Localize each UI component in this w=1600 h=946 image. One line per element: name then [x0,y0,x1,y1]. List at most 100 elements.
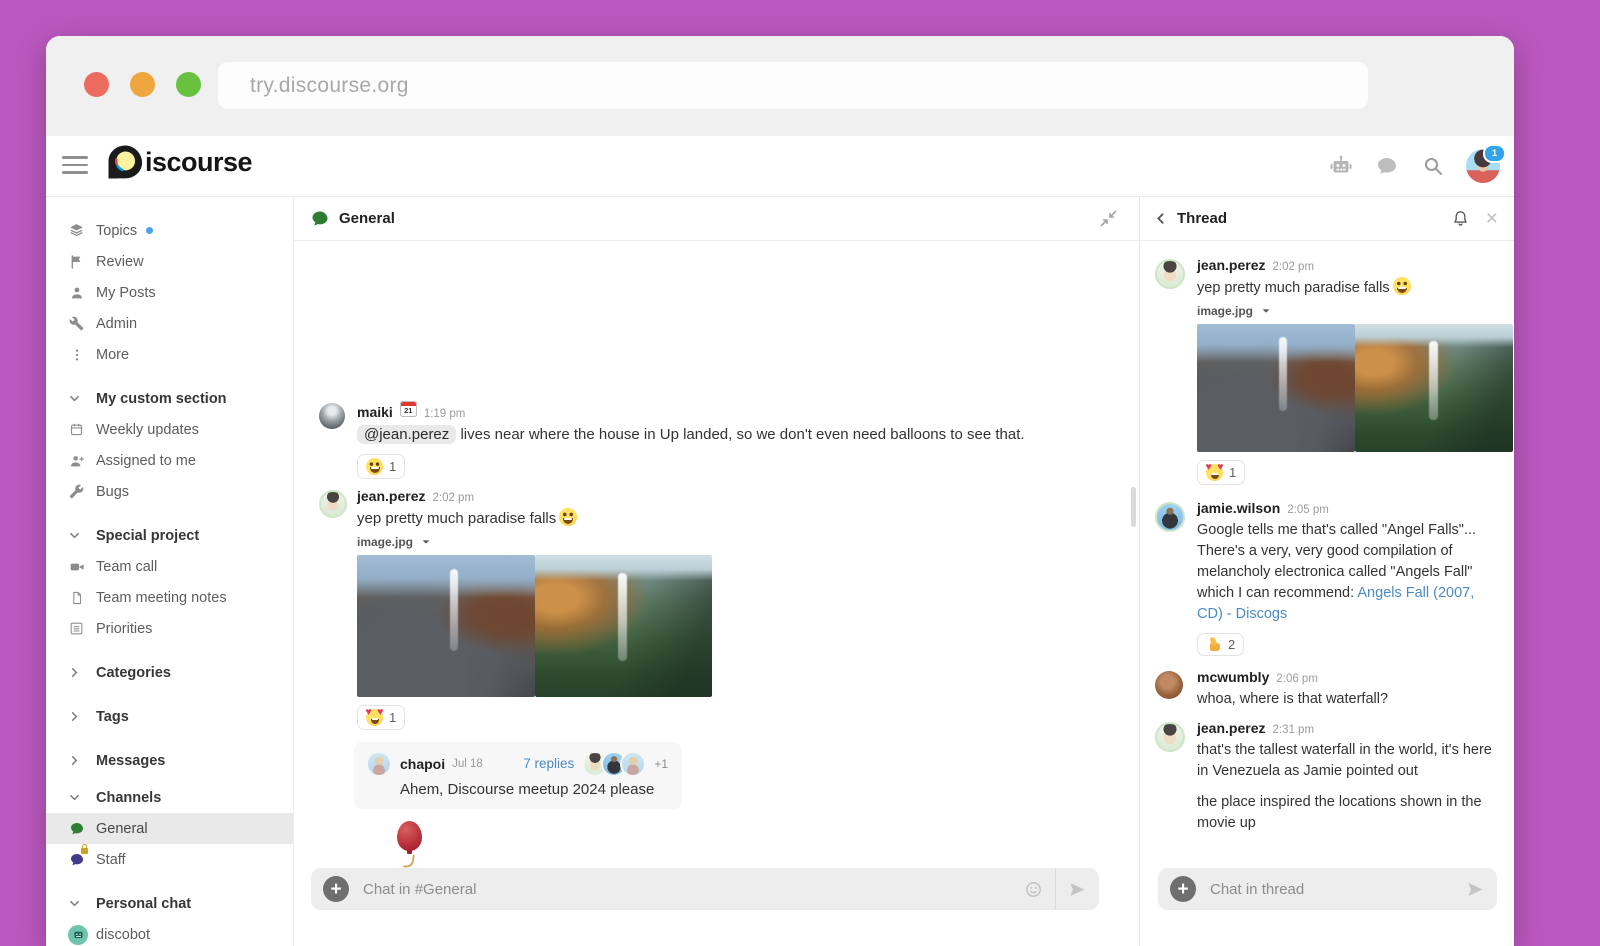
thread-message-mcwumbly: mcwumbly 2:06 pm whoa, where is that wat… [1155,669,1494,710]
sidebar-item-label: General [96,821,148,837]
laughing-emoji [366,458,383,475]
bell-icon[interactable] [1451,209,1470,228]
add-attachment-button[interactable]: + [1170,876,1196,902]
url-text: try.discourse.org [250,74,409,98]
wrench-icon [68,315,85,332]
sidebar-section-personal-chat[interactable]: Personal chat [46,888,293,919]
avatar[interactable] [319,403,345,429]
attachment-toggle[interactable]: image.jpg [1197,304,1513,318]
reaction-chip[interactable]: 1 [1197,460,1245,485]
reaction-count: 2 [1228,637,1235,652]
message-username[interactable]: jamie.wilson [1197,500,1280,516]
sidebar-section-special-project[interactable]: Special project [46,520,293,551]
sidebar-section-my-custom-section[interactable]: My custom section [46,383,293,414]
user-mention[interactable]: @jean.perez [357,425,456,444]
sidebar-item-label: Priorities [96,621,152,637]
attachment-images [357,555,712,697]
attachment-toggle[interactable]: image.jpg [357,535,712,549]
attachment-filename: image.jpg [1197,304,1253,318]
maximize-window-button[interactable] [176,72,201,97]
avatar[interactable] [1155,259,1185,289]
angel-falls-image[interactable] [1355,324,1513,452]
sidebar-item-team-meeting-notes[interactable]: Team meeting notes [46,582,293,613]
paradise-falls-image[interactable] [357,555,535,697]
paradise-falls-image[interactable] [1197,324,1355,452]
send-icon[interactable] [1466,880,1485,899]
sidebar-section-title: Tags [96,709,129,725]
discourse-logo[interactable]: iscourse [107,144,252,180]
thumbs-up-emoji [1206,637,1222,652]
emoji-picker-icon[interactable] [1024,880,1043,899]
desktop-background: try.discourse.org iscourse [0,0,1600,946]
hamburger-menu-icon[interactable] [62,156,88,175]
sidebar-item-topics[interactable]: Topics [46,215,293,246]
close-icon[interactable]: × [1486,208,1498,229]
site-header: iscourse [46,136,1514,197]
avatar [620,751,646,777]
message-username[interactable]: mcwumbly [1197,669,1269,685]
avatar[interactable] [1155,722,1185,752]
sidebar-item-team-call[interactable]: Team call [46,551,293,582]
avatar[interactable] [1155,671,1183,699]
chevron-right-icon [68,711,80,723]
reaction-chip[interactable]: 2 [1197,633,1244,656]
sidebar-item-more[interactable]: More [46,339,293,370]
notification-badge: 1 [1483,144,1506,163]
composer-divider [1055,868,1056,910]
chevron-down-icon [1261,306,1271,316]
message-timestamp: 2:31 pm [1272,724,1314,736]
sidebar-item-priorities[interactable]: Priorities [46,613,293,644]
thread-message-input[interactable] [1208,880,1466,899]
thread-preview[interactable]: chapoi Jul 18 7 replies [354,742,682,809]
sidebar-channel-general[interactable]: General [46,813,293,844]
sidebar-item-label: Bugs [96,484,129,500]
laughing-emoji [559,508,577,526]
sidebar-item-my-posts[interactable]: My Posts [46,277,293,308]
message-username[interactable]: maiki [357,404,393,420]
sidebar-channel-staff[interactable]: Staff [46,844,293,875]
sidebar-dm-discobot[interactable]: discobot [46,919,293,946]
replies-link[interactable]: 7 replies [523,756,574,771]
sidebar-section-tags[interactable]: Tags [46,701,293,732]
search-icon[interactable] [1420,153,1446,179]
reaction-chip[interactable]: 1 [357,454,405,479]
sidebar-item-assigned-to-me[interactable]: Assigned to me [46,445,293,476]
channel-message-input[interactable] [361,880,1024,899]
sidebar-section-categories[interactable]: Categories [46,657,293,688]
sidebar-item-label: Team call [96,559,157,575]
sidebar-section-channels[interactable]: Channels [46,782,293,813]
sidebar-section-title: Messages [96,753,165,769]
reaction-chip[interactable]: 1 [357,705,405,730]
message-username[interactable]: jean.perez [357,488,425,504]
chat-header: General [294,197,1139,241]
message-text: yep pretty much paradise falls [1197,277,1513,299]
close-window-button[interactable] [84,72,109,97]
avatar[interactable] [1155,502,1185,532]
message-username[interactable]: jean.perez [1197,720,1265,736]
robot-icon[interactable] [1328,153,1354,179]
sidebar-item-review[interactable]: Review [46,246,293,277]
scrollbar-thumb[interactable] [1131,487,1136,527]
angel-falls-image[interactable] [535,555,712,697]
sidebar-item-admin[interactable]: Admin [46,308,293,339]
sidebar-item-label: Review [96,254,144,270]
add-attachment-button[interactable]: + [323,876,349,902]
message-username[interactable]: jean.perez [1197,257,1265,273]
send-icon[interactable] [1068,880,1087,899]
sidebar-item-bugs[interactable]: Bugs [46,476,293,507]
sidebar-item-weekly-updates[interactable]: Weekly updates [46,414,293,445]
user-menu[interactable]: 1 [1466,149,1500,183]
user-plus-icon [68,452,85,469]
avatar[interactable] [319,490,347,518]
minimize-window-button[interactable] [130,72,155,97]
address-bar[interactable]: try.discourse.org [218,62,1368,109]
chevron-down-icon [68,530,80,542]
unread-dot [146,227,153,234]
participant-overflow: +1 [654,757,668,771]
collapse-panel-icon[interactable] [1100,210,1117,227]
message-username[interactable]: chapoi [400,756,445,772]
chat-bubble-icon[interactable] [1374,153,1400,179]
sidebar-section-messages[interactable]: Messages [46,745,293,776]
message-text: whoa, where is that waterfall? [1197,689,1388,710]
back-icon[interactable] [1154,212,1167,225]
